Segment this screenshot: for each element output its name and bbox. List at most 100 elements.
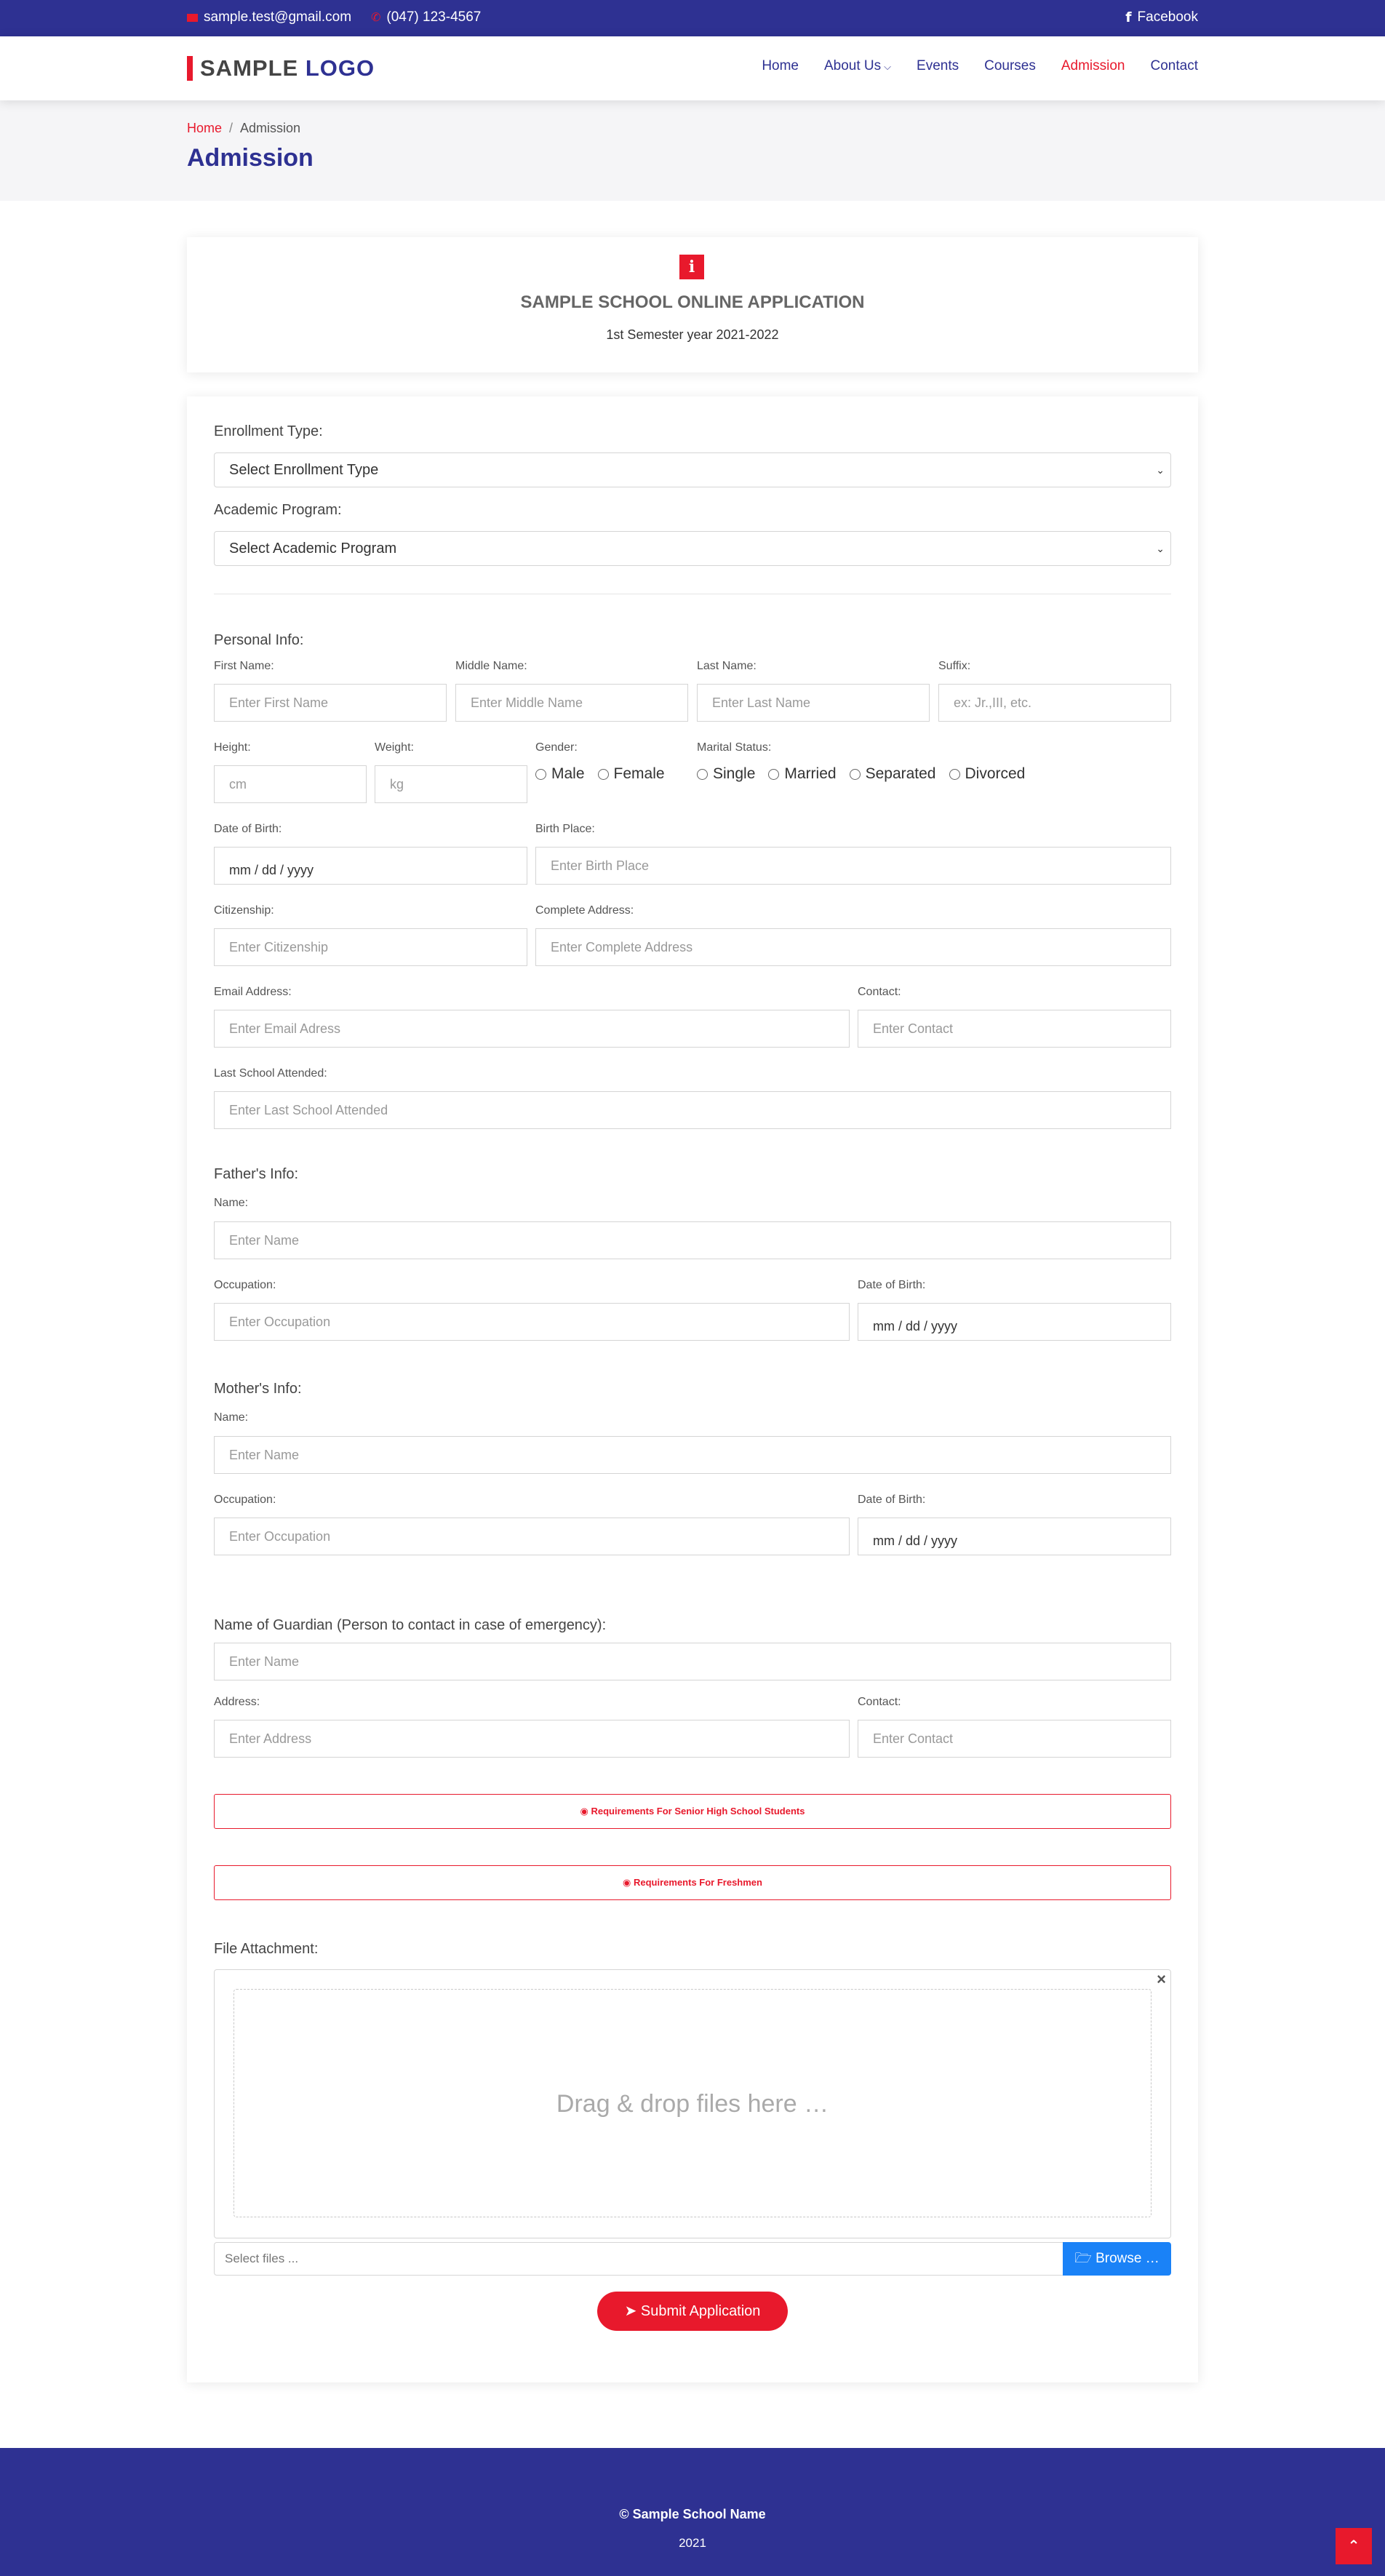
weight-input[interactable]: kg	[375, 765, 527, 803]
middle-name-label: Middle Name:	[455, 660, 527, 672]
nav-home[interactable]: Home	[762, 58, 799, 74]
academic-program-select[interactable]: Select Academic Program ⌄	[214, 531, 1171, 566]
dob-label: Date of Birth:	[214, 823, 282, 835]
complete-address-input[interactable]: Enter Complete Address	[535, 928, 1171, 966]
middle-name-input[interactable]: Enter Middle Name	[455, 684, 688, 722]
first-name-label: First Name:	[214, 660, 274, 672]
file-drop-zone[interactable]: × Drag & drop files here …	[214, 1969, 1171, 2238]
radio-button[interactable]	[535, 768, 546, 780]
requirements-freshmen-button[interactable]: ◉ Requirements For Freshmen	[214, 1865, 1171, 1900]
topbar-facebook-text: Facebook	[1137, 9, 1198, 25]
gender-female-option[interactable]: Female	[597, 765, 665, 783]
enrollment-type-value: Select Enrollment Type	[229, 462, 379, 478]
last-school-input[interactable]: Enter Last School Attended	[214, 1091, 1171, 1129]
submit-application-button[interactable]: ➤ Submit Application	[597, 2292, 788, 2331]
breadcrumb: Home / Admission	[187, 121, 300, 136]
mother-occupation-input[interactable]: Enter Occupation	[214, 1518, 850, 1555]
marital-separated-label: Separated	[865, 765, 936, 782]
browse-label: Browse …	[1095, 2251, 1160, 2266]
gender-male-label: Male	[551, 765, 585, 782]
enrollment-type-label: Enrollment Type:	[214, 423, 323, 439]
topbar-email-text: sample.test@gmail.com	[204, 9, 352, 25]
topbar-facebook-link[interactable]: f Facebook	[1125, 9, 1198, 25]
nav-events[interactable]: Events	[917, 58, 959, 74]
nav-about-us[interactable]: About Us ⌵	[824, 58, 891, 74]
application-intro-card: i SAMPLE SCHOOL ONLINE APPLICATION 1st S…	[187, 237, 1198, 372]
topbar-email[interactable]: sample.test@gmail.com	[187, 9, 351, 25]
first-name-input[interactable]: Enter First Name	[214, 684, 447, 722]
radio-button[interactable]	[849, 768, 861, 780]
guardian-contact-input[interactable]: Enter Contact	[858, 1720, 1171, 1758]
info-icon: i	[679, 255, 704, 279]
drop-area[interactable]: Drag & drop files here …	[234, 1989, 1151, 2217]
height-label: Height:	[214, 741, 251, 754]
marital-status-label: Marital Status:	[697, 741, 772, 754]
requirements-senior-high-button[interactable]: ◉ Requirements For Senior High School St…	[214, 1794, 1171, 1829]
gender-male-option[interactable]: Male	[535, 765, 585, 783]
guardian-name-input[interactable]: Enter Name	[214, 1643, 1171, 1680]
radio-button[interactable]	[949, 768, 960, 780]
last-name-input[interactable]: Enter Last Name	[697, 684, 930, 722]
academic-program-value: Select Academic Program	[229, 541, 397, 557]
father-occupation-label: Occupation:	[214, 1279, 276, 1291]
last-school-label: Last School Attended:	[214, 1067, 327, 1080]
marital-married-option[interactable]: Married	[768, 765, 837, 783]
marital-divorced-option[interactable]: Divorced	[949, 765, 1025, 783]
father-occupation-input[interactable]: Enter Occupation	[214, 1303, 850, 1341]
height-input[interactable]: cm	[214, 765, 367, 803]
father-dob-input[interactable]: mm / dd / yyyy	[858, 1303, 1171, 1341]
mother-dob-input[interactable]: mm / dd / yyyy	[858, 1518, 1171, 1555]
main-nav: Home About Us ⌵ Events Courses Admission …	[762, 58, 1198, 74]
site-footer: © Sample School Name 2021	[0, 2448, 1385, 2576]
chevron-down-icon: ⌄	[1156, 543, 1165, 554]
nav-courses[interactable]: Courses	[984, 58, 1036, 74]
contact-input[interactable]: Enter Contact	[858, 1010, 1171, 1048]
radio-button[interactable]	[768, 768, 780, 780]
marital-single-option[interactable]: Single	[697, 765, 755, 783]
email-input[interactable]: Enter Email Adress	[214, 1010, 850, 1048]
application-form: Enrollment Type: Select Enrollment Type …	[187, 396, 1198, 2382]
contact-label: Contact:	[858, 986, 901, 998]
citizenship-input[interactable]: Enter Citizenship	[214, 928, 527, 966]
drop-text: Drag & drop files here …	[556, 2090, 829, 2118]
guardian-address-input[interactable]: Enter Address	[214, 1720, 850, 1758]
marital-separated-option[interactable]: Separated	[849, 765, 936, 783]
radio-button[interactable]	[697, 768, 708, 780]
birth-place-input[interactable]: Enter Birth Place	[535, 847, 1171, 885]
site-logo[interactable]: SAMPLE LOGO	[187, 55, 375, 81]
logo-text-part2: LOGO	[305, 55, 375, 81]
mother-info-heading: Mother's Info:	[214, 1381, 302, 1397]
browse-button[interactable]: 🗁 Browse …	[1063, 2242, 1171, 2276]
breadcrumb-current: Admission	[240, 121, 301, 135]
back-to-top-button[interactable]: ⌃	[1336, 2528, 1372, 2564]
requirements-freshmen-label: Requirements For Freshmen	[633, 1877, 762, 1888]
mother-dob-label: Date of Birth:	[858, 1494, 926, 1506]
close-icon[interactable]: ×	[1157, 1970, 1166, 1989]
page-title: Admission	[187, 144, 314, 172]
nav-contact[interactable]: Contact	[1151, 58, 1198, 74]
dob-input[interactable]: mm / dd / yyyy	[214, 847, 527, 885]
radio-button[interactable]	[597, 768, 609, 780]
suffix-input[interactable]: ex: Jr.,III, etc.	[938, 684, 1171, 722]
topbar-phone-text: (047) 123-4567	[386, 9, 482, 25]
file-caption-input[interactable]: Select files ...	[214, 2242, 1063, 2276]
academic-program-label: Academic Program:	[214, 502, 342, 518]
nav-about-us-label: About Us	[824, 58, 882, 73]
personal-info-heading: Personal Info:	[214, 632, 304, 648]
nav-admission[interactable]: Admission	[1061, 58, 1125, 74]
logo-bar	[187, 56, 193, 81]
guardian-address-label: Address:	[214, 1696, 260, 1708]
father-name-input[interactable]: Enter Name	[214, 1221, 1171, 1259]
phone-icon: ✆	[371, 12, 381, 24]
father-info-heading: Father's Info:	[214, 1166, 299, 1182]
chevron-down-icon: ⌵	[884, 61, 892, 72]
gender-radio-group: Male Female	[535, 765, 678, 783]
mother-name-input[interactable]: Enter Name	[214, 1436, 1171, 1474]
topbar-phone[interactable]: ✆ (047) 123-4567	[371, 9, 481, 25]
breadcrumb-home[interactable]: Home	[187, 121, 222, 135]
marital-married-label: Married	[784, 765, 837, 782]
gender-label: Gender:	[535, 741, 578, 754]
site-header: SAMPLE LOGO Home About Us ⌵ Events Course…	[0, 36, 1385, 100]
enrollment-type-select[interactable]: Select Enrollment Type ⌄	[214, 452, 1171, 487]
eye-icon: ◉	[623, 1877, 631, 1888]
